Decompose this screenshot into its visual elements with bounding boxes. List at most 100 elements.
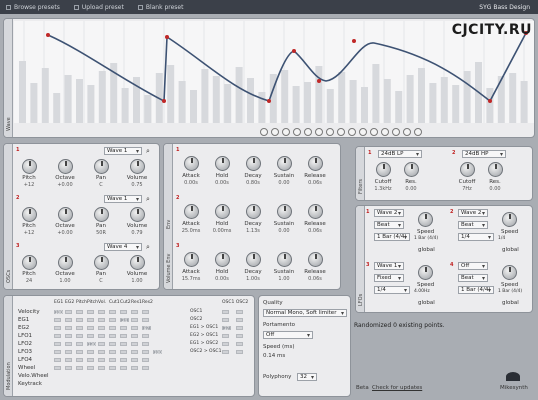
env-knob[interactable] (246, 252, 261, 267)
wave-bar[interactable] (406, 75, 414, 123)
lfo-mode-select[interactable]: Beat (374, 221, 404, 229)
mod-matrix-cell[interactable] (76, 350, 83, 354)
env-knob[interactable] (277, 252, 292, 267)
mod-osc-cell[interactable] (236, 326, 243, 330)
wave-bar[interactable] (121, 88, 129, 123)
filter-type-select[interactable]: 24dB LP (378, 150, 422, 158)
osc-wave-select[interactable]: Wave 4 (104, 243, 142, 251)
mod-matrix-cell[interactable] (120, 366, 127, 370)
mod-matrix-cell[interactable] (98, 342, 105, 346)
osc-knob[interactable] (58, 207, 73, 222)
mod-matrix-value[interactable]: 24 (120, 318, 129, 323)
mod-matrix-cell[interactable] (131, 326, 138, 330)
mod-matrix-cell[interactable] (109, 366, 116, 370)
wave-bar[interactable] (201, 69, 209, 123)
mod-matrix-cell[interactable] (98, 334, 105, 338)
mod-matrix-cell[interactable] (131, 366, 138, 370)
wave-bar[interactable] (440, 77, 448, 123)
mod-matrix-cell[interactable] (142, 310, 149, 314)
wave-bar[interactable] (258, 92, 266, 123)
lfo-speed-knob[interactable] (502, 212, 517, 227)
mod-matrix-cell[interactable] (54, 334, 61, 338)
check-updates-link[interactable]: Check for updates (372, 385, 422, 391)
osc-knob[interactable] (22, 255, 37, 270)
wave-bar[interactable] (338, 72, 346, 123)
wave-bar[interactable] (76, 79, 83, 123)
mod-matrix-cell[interactable] (109, 358, 116, 362)
env-knob[interactable] (246, 204, 261, 219)
lfo-speed-knob[interactable] (418, 265, 433, 280)
random-icon[interactable] (392, 128, 400, 136)
mod-matrix-cell[interactable] (131, 342, 138, 346)
mod-matrix-cell[interactable] (87, 334, 94, 338)
env-knob[interactable] (308, 156, 323, 171)
mod-matrix-cell[interactable] (131, 310, 138, 314)
env-knob[interactable] (184, 156, 199, 171)
wave-bar[interactable] (383, 79, 391, 123)
mod-matrix-cell[interactable] (109, 350, 116, 354)
mod-osc-cell[interactable] (236, 334, 243, 338)
osc-knob[interactable] (58, 255, 73, 270)
wave-bar[interactable] (509, 73, 517, 123)
wave-bar[interactable] (292, 86, 300, 123)
wave-bar[interactable] (304, 82, 311, 123)
mod-osc-cell[interactable] (236, 318, 243, 322)
saw-icon[interactable] (370, 128, 378, 136)
mod-matrix-cell[interactable] (131, 358, 138, 362)
mirror-icon[interactable] (414, 128, 422, 136)
mod-osc-cell[interactable] (222, 334, 229, 338)
step-icon[interactable] (304, 128, 312, 136)
wave-bar[interactable] (190, 90, 197, 123)
mod-matrix-cell[interactable] (98, 350, 105, 354)
osc-knob[interactable] (22, 159, 37, 174)
env-knob[interactable] (246, 156, 261, 171)
zoom-in-icon[interactable] (271, 128, 279, 136)
mod-matrix-cell[interactable] (142, 342, 149, 346)
mod-matrix-cell[interactable] (54, 358, 61, 362)
lfo-wave-select[interactable]: Wave 1 (374, 262, 404, 270)
mod-matrix-cell[interactable] (142, 350, 149, 354)
mod-matrix-cell[interactable] (109, 310, 116, 314)
mod-matrix-cell[interactable] (109, 342, 116, 346)
mod-matrix-cell[interactable] (120, 342, 127, 346)
lfo-wave-select[interactable]: Wave 2 (458, 209, 488, 217)
quality-select[interactable]: Normal Mono, Soft limiter (263, 309, 347, 317)
wave-bar[interactable] (429, 83, 437, 123)
mod-matrix-cell[interactable] (54, 342, 61, 346)
mod-matrix-cell[interactable] (87, 326, 94, 330)
curve-icon[interactable] (293, 128, 301, 136)
wave-bar[interactable] (30, 83, 38, 123)
mod-matrix-cell[interactable] (98, 326, 105, 330)
lfo-mode-select[interactable]: Beat (458, 221, 488, 229)
mod-matrix-cell[interactable] (54, 326, 61, 330)
blank-preset-button[interactable]: Blank preset (137, 4, 183, 11)
env-knob[interactable] (184, 252, 199, 267)
mod-matrix-cell[interactable] (120, 358, 127, 362)
wave-bar[interactable] (452, 85, 460, 123)
wave-bar[interactable] (315, 66, 323, 123)
search-icon[interactable]: ⌕ (146, 147, 150, 155)
mod-osc-cell[interactable] (222, 318, 229, 322)
lfo-rate-select[interactable]: 1/4 (458, 233, 494, 241)
env-knob[interactable] (215, 156, 230, 171)
mod-matrix-cell[interactable] (76, 318, 83, 322)
mod-matrix-value[interactable]: 100 (54, 310, 63, 315)
lfo-speed-knob[interactable] (418, 212, 433, 227)
lfo-wave-select[interactable]: Off (458, 262, 488, 270)
wave-bar[interactable] (418, 68, 425, 123)
mod-matrix-cell[interactable] (87, 318, 94, 322)
mod-osc-cell[interactable] (236, 342, 243, 346)
wave-control-point[interactable] (267, 99, 271, 103)
mod-matrix-cell[interactable] (65, 350, 72, 354)
mod-matrix-cell[interactable] (98, 366, 105, 370)
mod-matrix-value[interactable]: 100 (153, 350, 162, 355)
env-knob[interactable] (277, 204, 292, 219)
mod-matrix-cell[interactable] (54, 318, 61, 322)
mod-matrix-cell[interactable] (120, 326, 127, 330)
wave-bar[interactable] (167, 65, 175, 123)
mod-matrix-cell[interactable] (65, 366, 72, 370)
mod-matrix-cell[interactable] (87, 310, 94, 314)
mod-matrix-cell[interactable] (131, 334, 138, 338)
mod-matrix-cell[interactable] (120, 350, 127, 354)
env-knob[interactable] (215, 204, 230, 219)
